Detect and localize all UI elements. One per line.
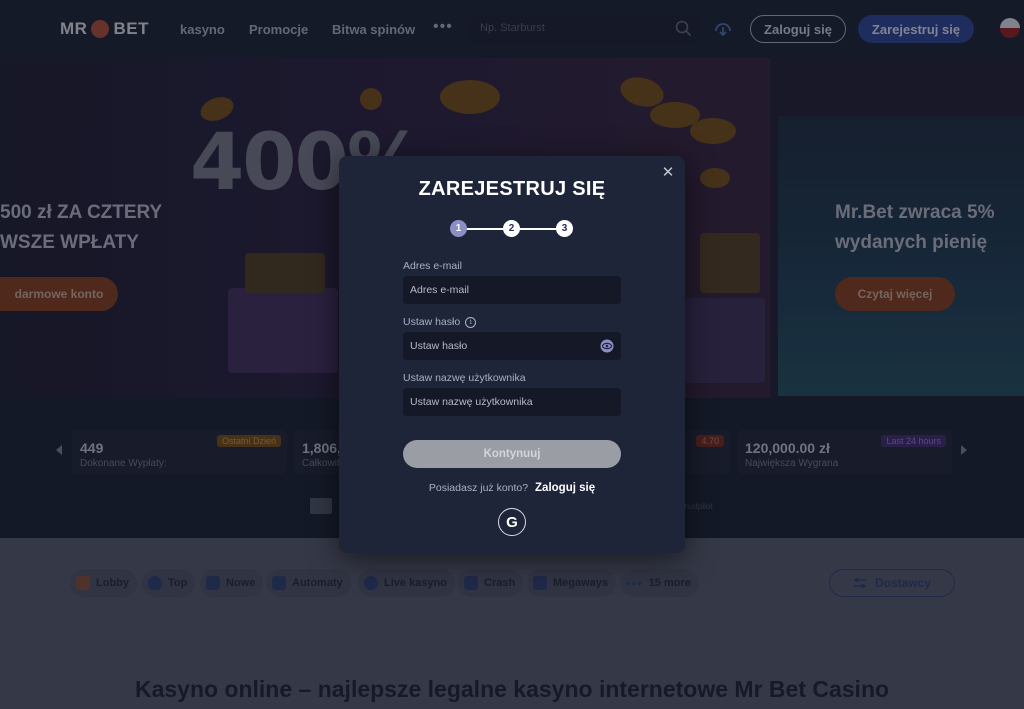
nav-more-icon[interactable]: ••• — [433, 18, 453, 36]
gift-box-decoration — [228, 288, 338, 373]
google-signin-button[interactable]: G — [498, 508, 526, 536]
stat-badge: Last 24 hours — [881, 435, 946, 447]
stat-badge: Ostatni Dzień — [216, 435, 281, 447]
chip-label: Megaways — [553, 577, 609, 589]
stat-value: 449 — [80, 440, 104, 456]
person-icon — [364, 576, 378, 590]
gift-box-decoration — [245, 253, 325, 293]
logo-text-right: BET — [113, 19, 149, 38]
step-1: 1 — [450, 220, 467, 237]
chip-label: Nowe — [226, 577, 256, 589]
slot-icon — [272, 576, 286, 590]
category-chip-crash[interactable]: Crash — [458, 569, 524, 597]
page-heading: Kasyno online – najlepsze legalne kasyno… — [134, 676, 890, 702]
category-chip-live-kasyno[interactable]: Live kasyno — [358, 569, 455, 597]
stat-card: 4.70 — [685, 430, 730, 474]
hero-right-button[interactable]: Czytaj więcej — [835, 277, 955, 311]
category-section: Lobby Top Nowe Automaty Live kasyno Cras… — [0, 538, 1024, 709]
coin-decoration — [440, 80, 500, 114]
hero-left-title: 500 zł ZA CZTERY WSZE WPŁATY — [0, 202, 163, 253]
hero-left-button[interactable]: darmowe konto — [0, 277, 118, 311]
dots-icon: ••• — [626, 575, 643, 591]
modal-title: ZAREJESTRUJ SIĘ — [418, 178, 606, 200]
hero-slide-cashback[interactable]: Mr.Bet zwraca 5% wydanych pienię Czytaj … — [778, 116, 1024, 396]
password-field-wrapper — [403, 332, 621, 360]
home-icon — [76, 576, 90, 590]
chip-label: Top — [168, 577, 188, 589]
chip-label: Lobby — [96, 577, 129, 589]
email-field[interactable] — [403, 276, 621, 304]
stat-value: 1,806, — [302, 440, 341, 456]
login-button[interactable]: Zaloguj się — [750, 15, 846, 43]
chip-label: 15 more — [648, 577, 691, 589]
filter-sliders-icon — [853, 578, 866, 588]
have-account-row: Posiadasz już konto? Zaloguj się — [339, 482, 685, 494]
providers-label: Dostawcy — [874, 576, 932, 590]
license-badge-icon — [310, 498, 332, 514]
hero-right-title: Mr.Bet zwraca 5% wydanych pienię — [835, 202, 995, 253]
stat-label: Całkowit — [302, 458, 340, 469]
chip-label: Live kasyno — [384, 577, 447, 589]
chip-label: Automaty — [292, 577, 343, 589]
stat-value: 120,000.00 zł — [745, 440, 830, 456]
category-chip-more[interactable]: ••• 15 more — [620, 569, 699, 597]
category-chip-automaty[interactable]: Automaty — [266, 569, 351, 597]
email-field-wrapper — [403, 276, 621, 304]
stat-card: 120,000.00 zł Największa Wygrana Last 24… — [737, 430, 952, 474]
register-modal: ✕ ZAREJESTRUJ SIĘ 1 2 3 Adres e-mail Ust… — [339, 156, 685, 553]
nav-promocje[interactable]: Promocje — [249, 22, 308, 37]
category-chip-megaways[interactable]: Megaways — [527, 569, 617, 597]
stat-label: Dokonane Wypłaty: — [80, 458, 167, 469]
password-label: Ustaw hasło i — [403, 316, 477, 328]
gift-promo-icon[interactable] — [712, 18, 734, 40]
username-label: Ustaw nazwę użytkownika — [403, 372, 526, 384]
stats-prev-arrow-icon[interactable] — [56, 445, 62, 455]
chip-label: Crash — [484, 577, 516, 589]
bolt-icon — [206, 576, 220, 590]
flame-icon — [148, 576, 162, 590]
search-placeholder: Np. Starburst — [480, 22, 545, 34]
logo-text-left: MR — [60, 19, 88, 38]
top-navigation-bar: MR BET kasyno Promocje Bitwa spinów ••• … — [0, 0, 1024, 58]
continue-button[interactable]: Kontynuuj — [403, 440, 621, 468]
logo-mascot-icon — [91, 20, 110, 38]
category-chip-lobby[interactable]: Lobby — [70, 569, 137, 597]
nav-bitwa-spinow[interactable]: Bitwa spinów — [332, 22, 415, 37]
register-button[interactable]: Zarejestruj się — [858, 15, 974, 43]
search-icon[interactable] — [675, 20, 692, 37]
coin-decoration — [700, 168, 730, 188]
category-chip-nowe[interactable]: Nowe — [200, 569, 264, 597]
rocket-icon — [464, 576, 478, 590]
stat-card: 449 Dokonane Wypłaty: Ostatni Dzień — [72, 430, 287, 474]
username-field[interactable] — [403, 388, 621, 416]
gift-box-decoration — [700, 233, 760, 293]
username-field-wrapper — [403, 388, 621, 416]
login-link[interactable]: Zaloguj się — [535, 482, 595, 494]
info-icon[interactable]: i — [465, 316, 477, 328]
nav-kasyno[interactable]: kasyno — [180, 22, 225, 37]
stats-next-arrow-icon[interactable] — [961, 445, 967, 455]
stat-label: Największa Wygrana — [745, 458, 839, 469]
google-icon: G — [506, 513, 518, 531]
search-input[interactable]: Np. Starburst — [470, 14, 700, 44]
have-account-text: Posiadasz już konto? — [428, 482, 529, 494]
category-chip-top[interactable]: Top — [142, 569, 196, 597]
providers-button[interactable]: Dostawcy — [829, 569, 955, 597]
step-2: 2 — [503, 220, 520, 237]
coin-decoration — [360, 88, 382, 110]
stat-badge: 4.70 — [696, 435, 724, 447]
email-label: Adres e-mail — [403, 260, 462, 272]
step-3: 3 — [556, 220, 573, 237]
language-flag-icon[interactable] — [1000, 18, 1020, 38]
step-indicator: 1 2 3 — [450, 220, 574, 238]
coin-decoration — [690, 118, 736, 144]
stat-card: 1,806, Całkowit — [294, 430, 344, 474]
eye-icon[interactable] — [600, 339, 614, 353]
megaways-icon — [533, 576, 547, 590]
password-field[interactable] — [403, 332, 621, 360]
gift-box-decoration — [685, 298, 765, 383]
mrbet-logo[interactable]: MR BET — [60, 19, 149, 39]
